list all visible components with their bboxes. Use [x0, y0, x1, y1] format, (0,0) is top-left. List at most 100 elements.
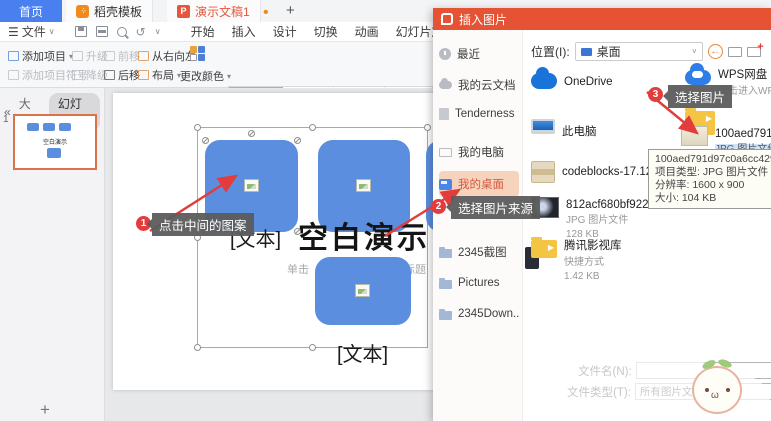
sidebar-item-recent[interactable]: 最近: [439, 43, 519, 65]
file-menu-button[interactable]: ☰ 文件 ∨: [0, 23, 63, 40]
new-tab-button[interactable]: +: [286, 2, 295, 19]
new-folder-icon[interactable]: [746, 41, 764, 57]
menu-transition[interactable]: 切换: [314, 23, 338, 40]
save-icon[interactable]: [74, 26, 87, 37]
installer-box-icon: [531, 161, 555, 183]
resize-handle[interactable]: [424, 124, 431, 131]
tab-home[interactable]: 首页: [0, 0, 62, 22]
right-to-left-button[interactable]: 从右向左: [138, 48, 196, 64]
menu-animation[interactable]: 动画: [355, 23, 379, 40]
smartart-shape-4[interactable]: [315, 257, 411, 325]
filename-input[interactable]: [635, 362, 771, 379]
back-button[interactable]: ←: [707, 44, 723, 59]
shape-handle[interactable]: [202, 137, 209, 144]
rotate-handle[interactable]: [248, 130, 255, 137]
shape-handle[interactable]: [294, 228, 301, 235]
file-tencent-video[interactable]: 腾讯影视库 快捷方式 1.42 KB: [525, 237, 622, 282]
sidebar-item-2345-screenshots[interactable]: 2345截图: [439, 241, 519, 263]
move-forward-icon: [104, 51, 115, 61]
filetype-label: 文件类型(T):: [567, 386, 631, 399]
filetype-dropdown[interactable]: 所有图片文件: [634, 383, 771, 400]
move-backward-button[interactable]: 后移: [104, 67, 140, 83]
demote-icon: [72, 70, 83, 80]
layout-button[interactable]: 布局 ▾: [138, 67, 181, 83]
sidebar-item-tenderness[interactable]: Tenderness: [439, 103, 519, 125]
computer-icon: [439, 147, 452, 157]
this-pc-icon: [531, 119, 555, 134]
tab-label: 稻壳模板: [94, 4, 143, 19]
slides-panel: « 大纲 幻灯片 1 空白演示 +: [0, 88, 105, 421]
tab-label: 演示文稿1: [195, 4, 250, 19]
upgrade-button[interactable]: 升级: [72, 48, 108, 64]
location-label: 位置(I):: [531, 45, 570, 59]
onedrive-icon: [531, 67, 557, 89]
image-placeholder-icon[interactable]: [355, 284, 370, 297]
print-icon[interactable]: [95, 26, 108, 37]
dialog-file-area: 位置(I): 桌面 ˅ ← OneDrive 此电脑 codeblocks-17…: [523, 30, 771, 421]
desktop-mini-icon: [580, 47, 592, 56]
menu-start[interactable]: 开始: [191, 23, 215, 40]
resize-handle[interactable]: [309, 344, 316, 351]
text-placeholder-bottom[interactable]: [文本]: [337, 338, 388, 367]
file-this-pc[interactable]: 此电脑: [531, 115, 597, 139]
location-dropdown[interactable]: 桌面 ˅: [574, 42, 703, 61]
undo-chevron-icon[interactable]: ∨: [155, 27, 161, 36]
change-color-button[interactable]: 更改颜色 ▾: [180, 68, 231, 84]
file-onedrive[interactable]: OneDrive: [531, 67, 613, 89]
wps-cloud-icon: [685, 63, 711, 85]
right-to-left-icon: [138, 51, 149, 61]
demote-button[interactable]: 降级: [72, 67, 108, 83]
image-thumbnail-icon: [681, 126, 708, 146]
add-slide-button[interactable]: +: [40, 400, 50, 420]
step2-badge: 2: [431, 199, 446, 214]
chevron-down-icon: ˅: [692, 47, 697, 56]
sidebar-item-my-computer[interactable]: 我的电脑: [439, 141, 519, 163]
clock-icon: [439, 48, 451, 60]
up-folder-icon[interactable]: [727, 46, 742, 57]
step1-tooltip: 点击中间的图案: [147, 213, 254, 236]
tab-docer-template[interactable]: ᠅ 稻壳模板: [66, 0, 154, 22]
desktop-icon: [439, 178, 452, 190]
docer-icon: ᠅: [76, 4, 89, 18]
slide-thumbnail-1[interactable]: 空白演示: [13, 114, 97, 170]
upgrade-icon: [72, 51, 83, 61]
image-placeholder-icon[interactable]: [244, 179, 259, 192]
file-codeblocks[interactable]: codeblocks-17.12: [531, 161, 652, 183]
slide-title[interactable]: 空白演示: [298, 213, 430, 257]
folder-icon: [439, 246, 452, 258]
step3-badge: 3: [648, 87, 663, 102]
resize-handle[interactable]: [194, 344, 201, 351]
menu-design[interactable]: 设计: [273, 23, 297, 40]
sidebar-item-pictures[interactable]: Pictures: [439, 272, 519, 294]
file-details-tooltip: 100aed791d97c0a6cc429eeba5 项目类型: JPG 图片文…: [648, 149, 771, 209]
video-folder-icon: [531, 237, 557, 258]
wps-presentation-icon: [441, 13, 453, 25]
layout-icon: [138, 70, 149, 80]
sidebar-item-2345downloads[interactable]: 2345Down...: [439, 303, 519, 325]
sidebar-item-cloud-docs[interactable]: 我的云文档: [439, 74, 519, 96]
add-item-icon: [8, 51, 19, 61]
tab-presentation1[interactable]: P 演示文稿1: [167, 0, 261, 22]
slide-number: 1: [3, 114, 9, 125]
shape-handle[interactable]: [294, 137, 301, 144]
folder-icon: [439, 308, 452, 320]
undo-icon[interactable]: ↺: [136, 26, 146, 38]
move-forward-button[interactable]: 前移: [104, 48, 140, 64]
add-bullet-icon: [8, 70, 19, 80]
cloud-icon: [439, 78, 452, 89]
resize-handle[interactable]: [194, 124, 201, 131]
sidebar-item-my-desktop[interactable]: 我的桌面: [439, 171, 519, 197]
image-placeholder-icon[interactable]: [356, 179, 371, 192]
menu-insert[interactable]: 插入: [232, 23, 256, 40]
ppt-file-icon: P: [177, 4, 191, 18]
dialog-sidebar: 最近 我的云文档 Tenderness 我的电脑 我的桌面 2345截图 Pic…: [433, 30, 523, 421]
folder-icon: [439, 277, 452, 289]
add-item-button[interactable]: 添加项目 ▾: [8, 48, 73, 64]
dialog-titlebar[interactable]: 插入图片: [433, 8, 771, 30]
modified-dot-icon: •: [263, 4, 269, 21]
resize-handle[interactable]: [309, 124, 316, 131]
change-color-icon: [190, 46, 205, 61]
dialog-title: 插入图片: [459, 12, 508, 27]
print-preview-icon[interactable]: [116, 26, 127, 37]
move-backward-icon: [104, 70, 115, 80]
